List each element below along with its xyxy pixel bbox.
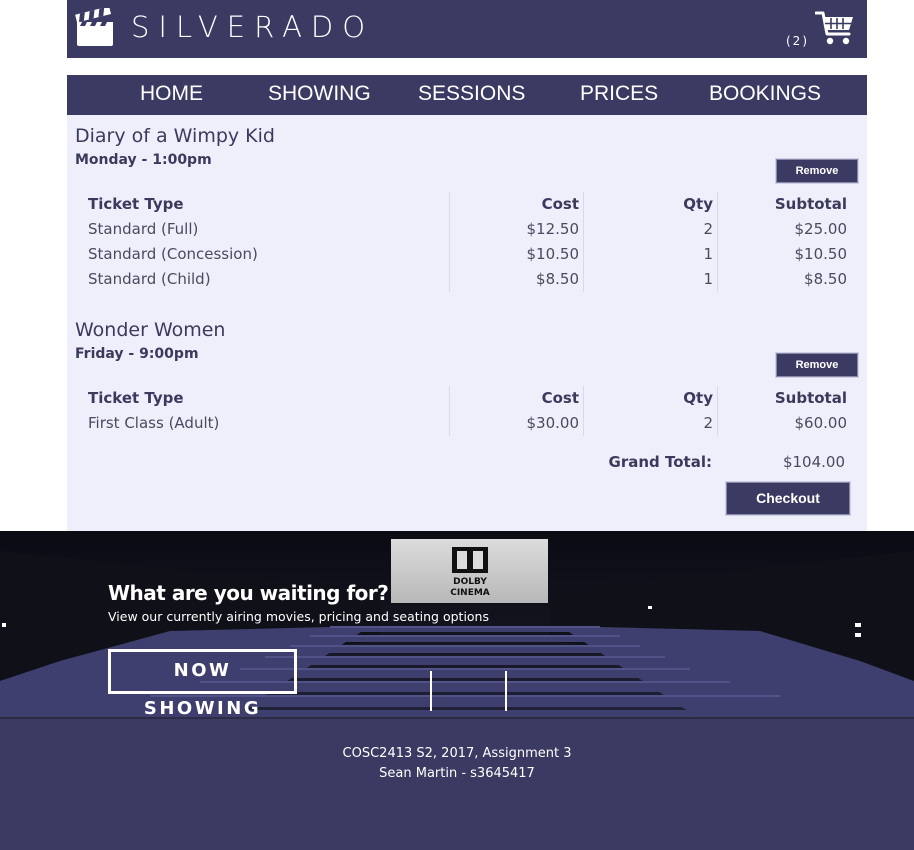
session-time: Friday - 9:00pm <box>75 346 199 362</box>
ticket-type: Standard (Child) <box>88 270 211 288</box>
ticket-cost: $12.50 <box>449 217 579 242</box>
cart-count: (2) <box>786 34 809 48</box>
header-cost: Cost <box>449 386 579 411</box>
site-footer: COSC2413 S2, 2017, Assignment 3 Sean Mar… <box>0 719 914 850</box>
ticket-cost: $10.50 <box>449 242 579 267</box>
ticket-table: Ticket Type Cost Qty Subtotal First Clas… <box>85 386 851 436</box>
nav-showing[interactable]: SHOWING <box>268 75 371 115</box>
ticket-type: First Class (Adult) <box>88 414 220 432</box>
table-row: Standard (Full) $12.50 2 $25.00 <box>85 217 851 242</box>
hero-title: What are you waiting for? <box>108 581 389 605</box>
shopping-cart-icon[interactable] <box>815 10 855 46</box>
table-row: First Class (Adult) $30.00 2 $60.00 <box>85 411 851 436</box>
site-header: SILVERADO (2) <box>67 0 867 58</box>
nav-prices[interactable]: PRICES <box>580 75 658 115</box>
ticket-subtotal: $10.50 <box>717 242 847 267</box>
nav-sessions[interactable]: SESSIONS <box>418 75 525 115</box>
ticket-qty: 2 <box>583 217 713 242</box>
ticket-qty: 1 <box>583 267 713 292</box>
ticket-subtotal: $8.50 <box>717 267 847 292</box>
site-title[interactable]: SILVERADO <box>131 10 374 44</box>
grand-total-value: $104.00 <box>782 453 845 471</box>
film-title: Diary of a Wimpy Kid <box>75 125 275 147</box>
bookings-panel: Diary of a Wimpy Kid Monday - 1:00pm Rem… <box>67 115 867 531</box>
grand-total-label: Grand Total: <box>608 453 712 471</box>
ticket-type: Standard (Concession) <box>88 245 258 263</box>
header-subtotal: Subtotal <box>717 192 847 217</box>
ticket-subtotal: $60.00 <box>717 411 847 436</box>
clapperboard-icon[interactable] <box>75 8 115 48</box>
hero-subtitle: View our currently airing movies, pricin… <box>108 609 489 624</box>
dolby-text-2: CINEMA <box>450 588 490 598</box>
header-cost: Cost <box>449 192 579 217</box>
film-title: Wonder Women <box>75 319 226 341</box>
ticket-qty: 1 <box>583 242 713 267</box>
ticket-subtotal: $25.00 <box>717 217 847 242</box>
ticket-cost: $30.00 <box>449 411 579 436</box>
ticket-qty: 2 <box>583 411 713 436</box>
nav-bookings[interactable]: BOOKINGS <box>709 75 821 115</box>
header-ticket-type: Ticket Type <box>88 389 184 407</box>
header-qty: Qty <box>583 192 713 217</box>
header-ticket-type: Ticket Type <box>88 195 184 213</box>
dolby-text-1: DOLBY <box>453 577 487 587</box>
table-header-row: Ticket Type Cost Qty Subtotal <box>85 192 851 217</box>
footer-author-line: Sean Martin - s3645417 <box>379 766 535 781</box>
remove-button[interactable]: Remove <box>776 353 858 377</box>
nav-home[interactable]: HOME <box>140 75 203 115</box>
cart-button[interactable]: (2) <box>785 10 855 52</box>
ticket-table: Ticket Type Cost Qty Subtotal Standard (… <box>85 192 851 292</box>
ticket-cost: $8.50 <box>449 267 579 292</box>
now-showing-button[interactable]: NOW SHOWING <box>108 649 297 719</box>
header-qty: Qty <box>583 386 713 411</box>
ticket-type: Standard (Full) <box>88 220 199 238</box>
checkout-button[interactable]: Checkout <box>726 482 850 515</box>
table-row: Standard (Concession) $10.50 1 $10.50 <box>85 242 851 267</box>
table-header-row: Ticket Type Cost Qty Subtotal <box>85 386 851 411</box>
main-nav: HOME SHOWING SESSIONS PRICES BOOKINGS <box>67 75 867 115</box>
header-subtotal: Subtotal <box>717 386 847 411</box>
footer-course-line: COSC2413 S2, 2017, Assignment 3 <box>342 746 572 761</box>
remove-button[interactable]: Remove <box>776 159 858 183</box>
table-row: Standard (Child) $8.50 1 $8.50 <box>85 267 851 292</box>
session-time: Monday - 1:00pm <box>75 152 212 168</box>
hero-banner: DOLBY CINEMA What are you waiting for? V… <box>0 531 914 719</box>
